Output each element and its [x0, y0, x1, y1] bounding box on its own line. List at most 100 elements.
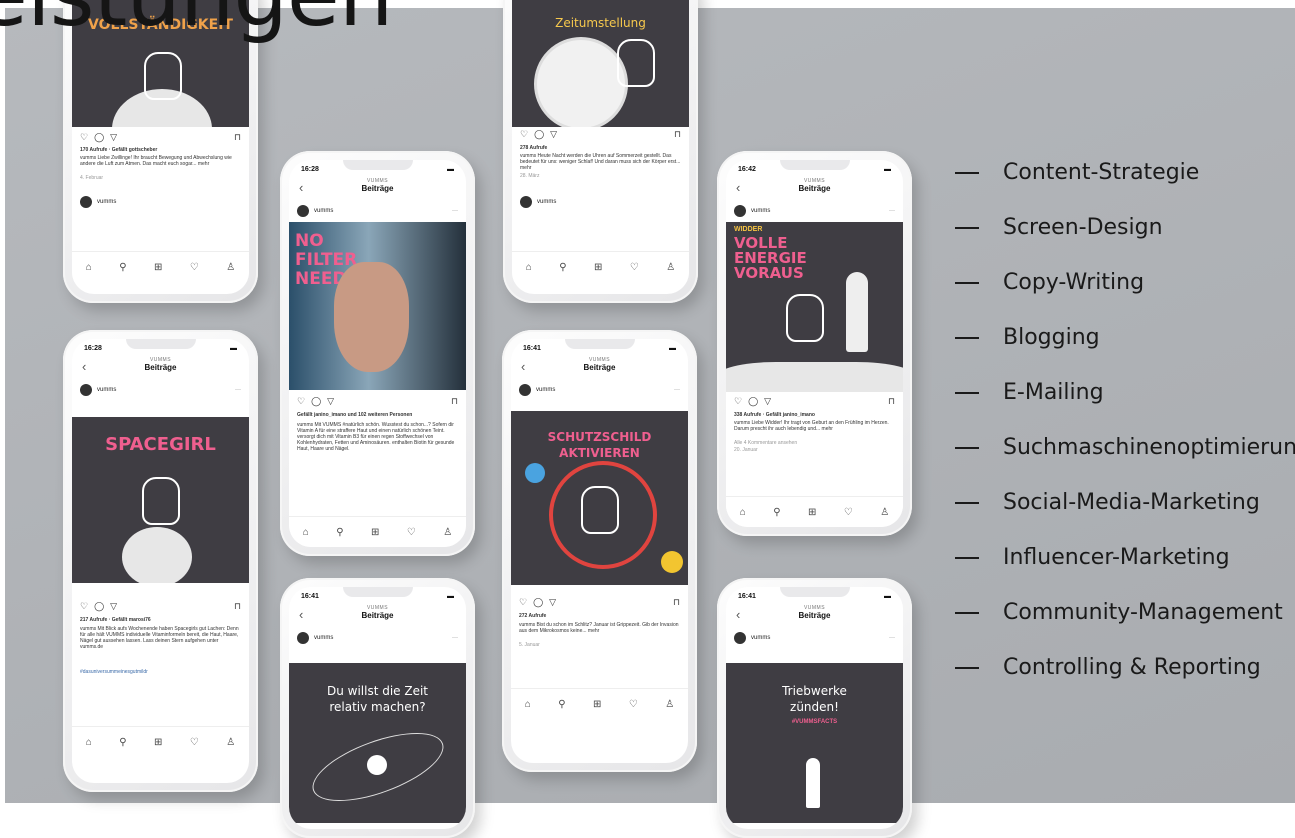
activity-icon[interactable]: ♡: [407, 527, 416, 538]
comment-icon[interactable]: ◯: [748, 396, 758, 407]
page-title: eistungen: [0, 0, 393, 46]
add-post-icon[interactable]: ⊞: [371, 527, 379, 538]
more-icon[interactable]: ···: [889, 208, 895, 214]
bookmark-icon[interactable]: ⊓: [674, 129, 681, 140]
more-icon[interactable]: ···: [889, 635, 895, 641]
post-tag: WIDDER: [734, 226, 763, 233]
heart-icon[interactable]: ♡: [297, 396, 305, 407]
post-date: 4. Februar: [80, 175, 104, 181]
heart-icon[interactable]: ♡: [80, 601, 88, 612]
comment-icon[interactable]: ◯: [311, 396, 321, 407]
more-icon[interactable]: ···: [452, 208, 458, 214]
add-post-icon[interactable]: ⊞: [154, 737, 162, 748]
avatar[interactable]: [734, 205, 746, 217]
add-post-icon[interactable]: ⊞: [154, 262, 162, 273]
avatar[interactable]: [297, 632, 309, 644]
more-icon[interactable]: ···: [452, 635, 458, 641]
activity-icon[interactable]: ♡: [190, 262, 199, 273]
share-icon[interactable]: ▽: [550, 129, 557, 140]
profile-icon[interactable]: ♙: [226, 737, 235, 748]
phone-notch: [342, 587, 413, 597]
post-headline: Zeitumstellung: [555, 16, 646, 30]
bookmark-icon[interactable]: ⊓: [888, 396, 895, 407]
profile-icon[interactable]: ♙: [443, 527, 452, 538]
comments-link[interactable]: Alle 4 Kommentare ansehen: [734, 440, 895, 446]
comment-icon[interactable]: ◯: [533, 597, 543, 608]
bookmark-icon[interactable]: ⊓: [673, 597, 680, 608]
activity-icon[interactable]: ♡: [629, 699, 638, 710]
more-icon[interactable]: ···: [674, 387, 680, 393]
search-icon[interactable]: ⚲: [773, 507, 780, 518]
search-icon[interactable]: ⚲: [558, 699, 565, 710]
bookmark-icon[interactable]: ⊓: [234, 601, 241, 612]
service-item: Community-Management: [955, 585, 1295, 640]
heart-icon[interactable]: ♡: [734, 396, 742, 407]
back-icon[interactable]: ‹: [299, 180, 303, 195]
avatar[interactable]: [519, 384, 531, 396]
profile-icon[interactable]: ♙: [666, 262, 675, 273]
comment-icon[interactable]: ◯: [94, 601, 104, 612]
virus-icon: [661, 551, 683, 573]
add-post-icon[interactable]: ⊞: [594, 262, 602, 273]
header-title: Beiträge: [798, 611, 831, 620]
comment-icon[interactable]: ◯: [94, 132, 104, 143]
account-name[interactable]: vumms: [314, 208, 333, 214]
search-icon[interactable]: ⚲: [119, 737, 126, 748]
service-item: Copy-Writing: [955, 255, 1295, 310]
more-icon[interactable]: ···: [235, 387, 241, 393]
home-icon[interactable]: ⌂: [86, 262, 92, 273]
back-icon[interactable]: ‹: [299, 607, 303, 622]
account-name[interactable]: vumms: [751, 208, 770, 214]
share-icon[interactable]: ▽: [110, 132, 117, 143]
header-title: Beiträge: [798, 184, 831, 193]
activity-icon[interactable]: ♡: [190, 737, 199, 748]
activity-icon[interactable]: ♡: [844, 507, 853, 518]
heart-icon[interactable]: ♡: [519, 597, 527, 608]
service-item: Content-Strategie: [955, 145, 1295, 200]
home-icon[interactable]: ⌂: [86, 737, 92, 748]
back-icon[interactable]: ‹: [521, 359, 525, 374]
heart-icon[interactable]: ♡: [80, 132, 88, 143]
activity-icon[interactable]: ♡: [630, 262, 639, 273]
profile-icon[interactable]: ♙: [226, 262, 235, 273]
profile-icon[interactable]: ♙: [665, 699, 674, 710]
bookmark-icon[interactable]: ⊓: [451, 396, 458, 407]
account-name[interactable]: vumms: [314, 635, 333, 641]
avatar[interactable]: [297, 205, 309, 217]
home-icon[interactable]: ⌂: [303, 527, 309, 538]
add-post-icon[interactable]: ⊞: [808, 507, 816, 518]
account-name[interactable]: vumms: [751, 635, 770, 641]
home-icon[interactable]: ⌂: [525, 699, 531, 710]
search-icon[interactable]: ⚲: [119, 262, 126, 273]
post-caption: vumms Mit Blick aufs Wochenende haben Sp…: [80, 626, 239, 650]
share-icon[interactable]: ▽: [549, 597, 556, 608]
service-label: Community-Management: [1003, 600, 1283, 625]
post-actions: ♡ ◯ ▽ ⊓: [519, 597, 680, 608]
back-icon[interactable]: ‹: [736, 607, 740, 622]
service-item: E-Mailing: [955, 365, 1295, 420]
bookmark-icon[interactable]: ⊓: [234, 132, 241, 143]
face-photo: [334, 262, 409, 372]
comment-icon[interactable]: ◯: [534, 129, 544, 140]
add-post-icon[interactable]: ⊞: [593, 699, 601, 710]
share-icon[interactable]: ▽: [327, 396, 334, 407]
post-hashtag[interactable]: #dasuniversummeinesgutmildr: [80, 669, 241, 675]
profile-icon[interactable]: ♙: [880, 507, 889, 518]
heart-icon[interactable]: ♡: [520, 129, 528, 140]
share-icon[interactable]: ▽: [110, 601, 117, 612]
home-icon[interactable]: ⌂: [740, 507, 746, 518]
avatar[interactable]: [80, 384, 92, 396]
app-header: ‹ VUMMS Beiträge: [726, 605, 903, 627]
account-name[interactable]: vumms: [97, 387, 116, 393]
avatar: [80, 196, 92, 208]
back-icon[interactable]: ‹: [82, 359, 86, 374]
home-icon[interactable]: ⌂: [526, 262, 532, 273]
header-title: Beiträge: [583, 363, 616, 372]
avatar[interactable]: [734, 632, 746, 644]
dash-icon: [955, 611, 979, 614]
search-icon[interactable]: ⚲: [559, 262, 566, 273]
account-name[interactable]: vumms: [536, 387, 555, 393]
back-icon[interactable]: ‹: [736, 180, 740, 195]
share-icon[interactable]: ▽: [764, 396, 771, 407]
search-icon[interactable]: ⚲: [336, 527, 343, 538]
